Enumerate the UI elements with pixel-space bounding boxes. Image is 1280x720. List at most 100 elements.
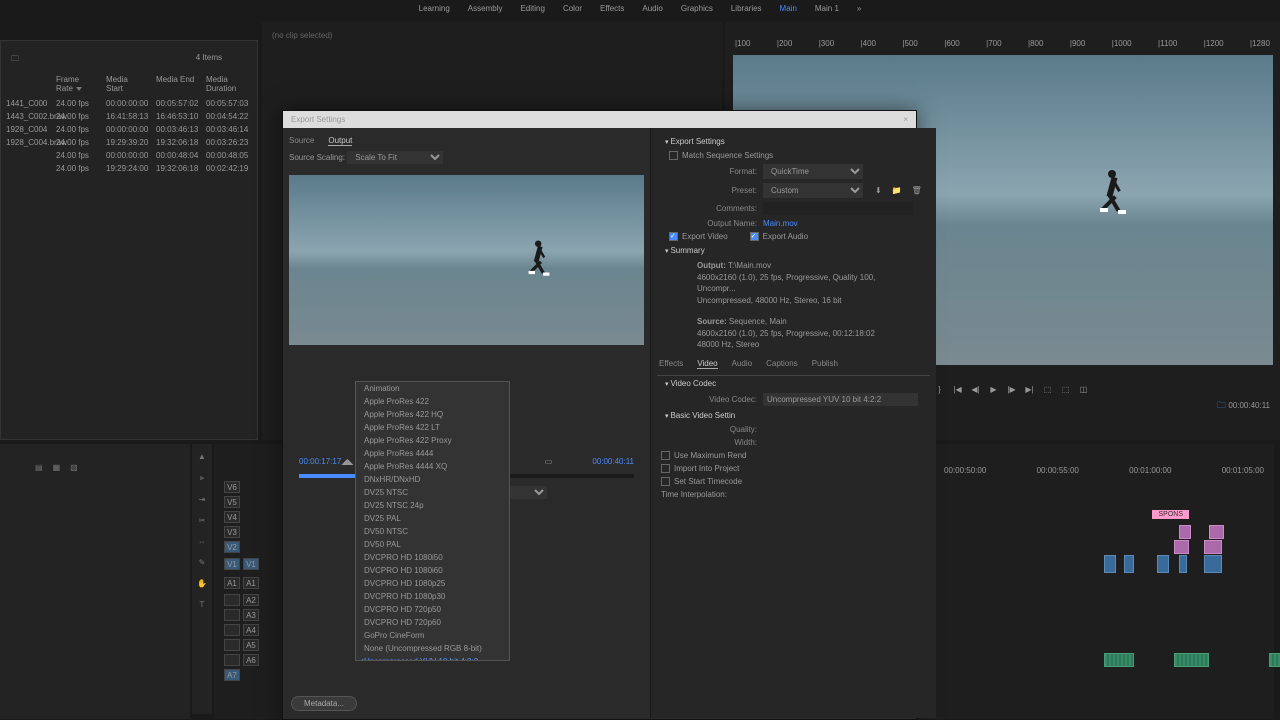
clip-row[interactable]: 1928_C004.braw24.00 fps19:29:39:2019:32:…: [1, 136, 257, 149]
codec-option-selected[interactable]: Uncompressed YUV 10 bit 4:2:2: [356, 655, 509, 661]
track-select-icon[interactable]: ⫸: [196, 473, 208, 483]
mark-out-icon[interactable]: }: [935, 385, 945, 394]
bin-icon[interactable]: 🗀: [11, 53, 19, 67]
out-marker-icon[interactable]: ◣: [347, 457, 353, 466]
freeform-view-icon[interactable]: ▧: [70, 463, 78, 472]
clip-label[interactable]: SPONS: [1152, 510, 1189, 519]
out-timecode[interactable]: 00:00:40:11: [592, 457, 634, 466]
scale-select[interactable]: Scale To Fit: [347, 151, 443, 164]
audio-clip[interactable]: [1104, 653, 1134, 667]
step-fwd-icon[interactable]: |▶: [1007, 385, 1017, 394]
extract-icon[interactable]: ⬚: [1061, 385, 1071, 394]
import-project-checkbox[interactable]: [661, 464, 670, 473]
video-codec-header[interactable]: Video Codec: [657, 376, 930, 391]
export-video-checkbox[interactable]: [669, 232, 678, 241]
hand-tool-icon[interactable]: ✋: [196, 579, 208, 588]
codec-option[interactable]: DVCPRO HD 1080i60: [356, 564, 509, 577]
preset-select[interactable]: Custom: [763, 183, 863, 198]
pen-tool-icon[interactable]: ✎: [196, 558, 208, 567]
tab-effects[interactable]: Effects: [659, 359, 683, 369]
codec-option[interactable]: Animation: [356, 382, 509, 395]
codec-option[interactable]: DVCPRO HD 720p60: [356, 616, 509, 629]
codec-option[interactable]: Apple ProRes 4444: [356, 447, 509, 460]
tab-video[interactable]: Video: [697, 359, 717, 369]
clip-row[interactable]: 24.00 fps19:29:24:0019:32:06:1800:02:42:…: [1, 162, 257, 175]
video-clip[interactable]: [1124, 555, 1134, 573]
goto-out-icon[interactable]: ▶|: [1025, 385, 1035, 394]
import-preset-icon[interactable]: 📁: [892, 186, 902, 195]
codec-option[interactable]: DVCPRO HD 720p50: [356, 603, 509, 616]
save-preset-icon[interactable]: ⬇: [875, 186, 882, 195]
in-timecode[interactable]: 00:00:17:17: [299, 457, 341, 466]
ws-learning[interactable]: Learning: [419, 4, 450, 13]
step-back-icon[interactable]: ◀|: [971, 385, 981, 394]
codec-option[interactable]: DNxHR/DNxHD: [356, 473, 509, 486]
codec-option[interactable]: DVCPRO HD 1080i50: [356, 551, 509, 564]
dialog-titlebar[interactable]: Export Settings ×: [283, 111, 916, 128]
video-clip[interactable]: [1179, 555, 1187, 573]
clip-row[interactable]: 1928_C00424.00 fps00:00:00:0000:03:46:13…: [1, 123, 257, 136]
video-clip[interactable]: [1204, 555, 1222, 573]
ws-overflow[interactable]: »: [857, 4, 861, 13]
video-clip[interactable]: [1157, 555, 1169, 573]
lift-icon[interactable]: ⬚: [1043, 385, 1053, 394]
export-audio-checkbox[interactable]: [750, 232, 759, 241]
type-tool-icon[interactable]: T: [196, 600, 208, 609]
video-clip[interactable]: [1104, 555, 1116, 573]
ws-graphics[interactable]: Graphics: [681, 4, 713, 13]
codec-option[interactable]: DV25 NTSC: [356, 486, 509, 499]
tab-source[interactable]: Source: [289, 136, 314, 146]
maxrender-checkbox[interactable]: [661, 451, 670, 460]
codec-option[interactable]: DVCPRO HD 1080p25: [356, 577, 509, 590]
aspect-icon[interactable]: ▭: [545, 457, 553, 466]
ripple-edit-icon[interactable]: ⇥: [196, 495, 208, 504]
codec-option[interactable]: DV50 PAL: [356, 538, 509, 551]
video-clip[interactable]: [1174, 540, 1189, 554]
delete-preset-icon[interactable]: 🗑: [912, 186, 922, 195]
clip-row[interactable]: 1443_C002.braw24.00 fps16:41:58:1316:46:…: [1, 110, 257, 123]
ws-libraries[interactable]: Libraries: [731, 4, 762, 13]
col-duration[interactable]: Media Duration: [201, 73, 251, 95]
ws-main1[interactable]: Main 1: [815, 4, 839, 13]
razor-tool-icon[interactable]: ✂: [196, 516, 208, 525]
ws-effects[interactable]: Effects: [600, 4, 624, 13]
selection-tool-icon[interactable]: ▲: [196, 452, 208, 461]
video-clip[interactable]: [1204, 540, 1222, 554]
summary-header[interactable]: Summary: [657, 243, 930, 258]
ws-assembly[interactable]: Assembly: [468, 4, 503, 13]
codec-option[interactable]: Apple ProRes 4444 XQ: [356, 460, 509, 473]
codec-option[interactable]: DV25 NTSC 24p: [356, 499, 509, 512]
tab-audio[interactable]: Audio: [732, 359, 752, 369]
goto-in-icon[interactable]: |◀: [953, 385, 963, 394]
timeline-ruler[interactable]: 00:00:50:0000:00:55:0000:01:00:0000:01:0…: [944, 466, 1264, 475]
audio-clip[interactable]: [1174, 653, 1209, 667]
codec-option[interactable]: Apple ProRes 422: [356, 395, 509, 408]
export-preview[interactable]: [289, 175, 644, 345]
list-view-icon[interactable]: ▤: [35, 463, 43, 472]
match-sequence-checkbox[interactable]: [669, 151, 678, 160]
video-clip[interactable]: [1209, 525, 1224, 539]
export-settings-header[interactable]: Export Settings: [657, 134, 930, 149]
metadata-button[interactable]: Metadata...: [291, 696, 357, 711]
format-select[interactable]: QuickTime: [763, 164, 863, 179]
ws-main[interactable]: Main: [780, 4, 797, 13]
play-icon[interactable]: ▶: [989, 385, 999, 394]
codec-option[interactable]: DVCPRO HD 1080p30: [356, 590, 509, 603]
video-clip[interactable]: [1179, 525, 1191, 539]
ws-editing[interactable]: Editing: [520, 4, 544, 13]
codec-option[interactable]: Apple ProRes 422 Proxy: [356, 434, 509, 447]
video-codec-select[interactable]: Uncompressed YUV 10 bit 4:2:2: [763, 393, 918, 406]
codec-option[interactable]: None (Uncompressed RGB 8-bit): [356, 642, 509, 655]
codec-option[interactable]: Apple ProRes 422 LT: [356, 421, 509, 434]
ws-audio[interactable]: Audio: [642, 4, 662, 13]
col-framerate[interactable]: Frame Rate: [51, 73, 101, 95]
comments-input[interactable]: [763, 202, 913, 215]
clip-row[interactable]: 24.00 fps00:00:00:0000:00:48:0400:00:48:…: [1, 149, 257, 162]
codec-option[interactable]: DV50 NTSC: [356, 525, 509, 538]
export-frame-icon[interactable]: ◫: [1079, 385, 1089, 394]
codec-option[interactable]: Apple ProRes 422 HQ: [356, 408, 509, 421]
codec-option[interactable]: DV25 PAL: [356, 512, 509, 525]
a1-source[interactable]: A1: [224, 577, 240, 589]
slip-tool-icon[interactable]: ⇔: [196, 537, 208, 546]
audio-clip[interactable]: [1269, 653, 1280, 667]
